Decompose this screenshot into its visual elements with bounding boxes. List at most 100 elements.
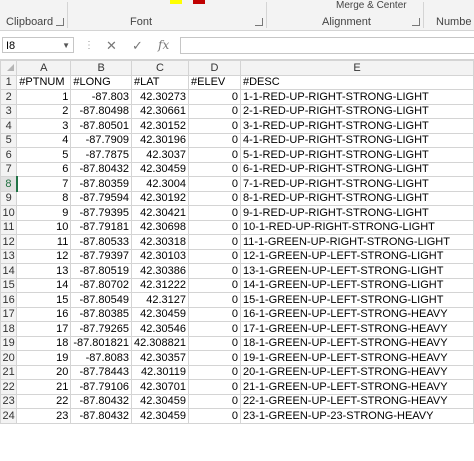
cell-a[interactable]: 7 xyxy=(16,176,72,192)
row-header[interactable]: 16 xyxy=(0,292,18,308)
cell-e[interactable]: 1-1-RED-UP-RIGHT-STRONG-LIGHT xyxy=(239,89,474,105)
cell-b[interactable]: -87.80549 xyxy=(70,292,133,308)
cell-d[interactable]: 0 xyxy=(188,321,241,337)
row-header[interactable]: 18 xyxy=(0,321,18,337)
cell-a[interactable]: 1 xyxy=(16,89,72,105)
insert-function-icon[interactable]: fx xyxy=(158,38,169,52)
font-color-swatch[interactable] xyxy=(193,0,205,4)
cell-d[interactable]: 0 xyxy=(188,277,241,293)
cell-a[interactable]: 20 xyxy=(16,364,72,380)
cell-a[interactable]: 4 xyxy=(16,132,72,148)
cell-e[interactable]: 13-1-GREEN-UP-LEFT-STRONG-LIGHT xyxy=(239,263,474,279)
cell-a[interactable]: 21 xyxy=(16,379,72,395)
row-header[interactable]: 3 xyxy=(0,103,18,119)
cell-c[interactable]: 42.30459 xyxy=(131,408,190,424)
cell-d[interactable]: 0 xyxy=(188,408,241,424)
cell-d[interactable]: 0 xyxy=(188,292,241,308)
cell-a[interactable]: 14 xyxy=(16,277,72,293)
cell-e[interactable]: 21-1-GREEN-UP-LEFT-STRONG-HEAVY xyxy=(239,379,474,395)
cell-d[interactable]: 0 xyxy=(188,248,241,264)
cell-c[interactable]: 42.30357 xyxy=(131,350,190,366)
drag-handle-icon[interactable]: ⋮ xyxy=(84,40,95,51)
row-header[interactable]: 11 xyxy=(0,219,18,235)
cell-d[interactable]: 0 xyxy=(188,263,241,279)
cell-c[interactable]: 42.30421 xyxy=(131,205,190,221)
merge-center-button[interactable]: Merge & Center xyxy=(336,0,407,11)
row-header[interactable]: 9 xyxy=(0,190,18,206)
alignment-dialog-launcher-icon[interactable] xyxy=(412,18,420,26)
cell-e[interactable]: 7-1-RED-UP-RIGHT-STRONG-LIGHT xyxy=(239,176,474,192)
cell-a[interactable]: 17 xyxy=(16,321,72,337)
cell-c[interactable]: 42.30701 xyxy=(131,379,190,395)
enter-icon[interactable]: ✓ xyxy=(132,38,143,54)
cell-a[interactable]: 15 xyxy=(16,292,72,308)
cell-d[interactable]: #ELEV xyxy=(188,74,241,90)
cell-e[interactable]: 14-1-GREEN-UP-LEFT-STRONG-LIGHT xyxy=(239,277,474,293)
cell-a[interactable]: 2 xyxy=(16,103,72,119)
cell-c[interactable]: 42.30152 xyxy=(131,118,190,134)
cell-e[interactable]: 19-1-GREEN-UP-LEFT-STRONG-HEAVY xyxy=(239,350,474,366)
cell-b[interactable]: -87.7909 xyxy=(70,132,133,148)
cell-e[interactable]: 18-1-GREEN-UP-LEFT-STRONG-HEAVY xyxy=(239,335,474,351)
cell-e[interactable]: 6-1-RED-UP-RIGHT-STRONG-LIGHT xyxy=(239,161,474,177)
cell-d[interactable]: 0 xyxy=(188,306,241,322)
cell-a[interactable]: 11 xyxy=(16,234,72,250)
cell-e[interactable]: 11-1-GREEN-UP-RIGHT-STRONG-LIGHT xyxy=(239,234,474,250)
clipboard-dialog-launcher-icon[interactable] xyxy=(56,18,64,26)
row-header[interactable]: 17 xyxy=(0,306,18,322)
cell-d[interactable]: 0 xyxy=(188,234,241,250)
cell-c[interactable]: 42.30546 xyxy=(131,321,190,337)
cell-b[interactable]: -87.79395 xyxy=(70,205,133,221)
cell-e[interactable]: 12-1-GREEN-UP-LEFT-STRONG-LIGHT xyxy=(239,248,474,264)
cell-d[interactable]: 0 xyxy=(188,379,241,395)
cell-c[interactable]: 42.30192 xyxy=(131,190,190,206)
cell-c[interactable]: 42.30459 xyxy=(131,161,190,177)
cell-c[interactable]: 42.30273 xyxy=(131,89,190,105)
cell-e[interactable]: 23-1-GREEN-UP-23-STRONG-HEAVY xyxy=(239,408,474,424)
cell-b[interactable]: -87.803 xyxy=(70,89,133,105)
row-header[interactable]: 1 xyxy=(0,74,18,90)
cell-c[interactable]: 42.3004 xyxy=(131,176,190,192)
cell-a[interactable]: 10 xyxy=(16,219,72,235)
cell-d[interactable]: 0 xyxy=(188,89,241,105)
cell-c[interactable]: 42.30103 xyxy=(131,248,190,264)
column-header-b[interactable]: B xyxy=(70,60,133,76)
row-header[interactable]: 19 xyxy=(0,335,18,351)
cell-a[interactable]: 12 xyxy=(16,248,72,264)
cell-c[interactable]: 42.3127 xyxy=(131,292,190,308)
cell-e[interactable]: #DESC xyxy=(239,74,474,90)
cell-b[interactable]: -87.78443 xyxy=(70,364,133,380)
cell-b[interactable]: -87.79106 xyxy=(70,379,133,395)
cell-a[interactable]: 9 xyxy=(16,205,72,221)
cell-c[interactable]: 42.30661 xyxy=(131,103,190,119)
column-header-d[interactable]: D xyxy=(188,60,241,76)
cell-a[interactable]: 5 xyxy=(16,147,72,163)
row-header[interactable]: 2 xyxy=(0,89,18,105)
cell-c[interactable]: 42.30459 xyxy=(131,306,190,322)
cell-c[interactable]: 42.308821 xyxy=(131,335,190,351)
cell-d[interactable]: 0 xyxy=(188,103,241,119)
cell-b[interactable]: -87.80498 xyxy=(70,103,133,119)
cell-b[interactable]: -87.80432 xyxy=(70,161,133,177)
cell-c[interactable]: 42.31222 xyxy=(131,277,190,293)
highlight-color-swatch[interactable] xyxy=(170,0,182,4)
row-header[interactable]: 6 xyxy=(0,147,18,163)
cell-c[interactable]: 42.30318 xyxy=(131,234,190,250)
formula-input[interactable] xyxy=(180,37,474,54)
cell-d[interactable]: 0 xyxy=(188,219,241,235)
row-header[interactable]: 8 xyxy=(0,176,18,192)
font-dialog-launcher-icon[interactable] xyxy=(255,18,263,26)
cell-d[interactable]: 0 xyxy=(188,350,241,366)
row-header[interactable]: 20 xyxy=(0,350,18,366)
cell-a[interactable]: 19 xyxy=(16,350,72,366)
cell-c[interactable]: 42.30459 xyxy=(131,393,190,409)
cell-e[interactable]: 17-1-GREEN-UP-LEFT-STRONG-HEAVY xyxy=(239,321,474,337)
cell-d[interactable]: 0 xyxy=(188,132,241,148)
cell-b[interactable]: #LONG xyxy=(70,74,133,90)
row-header[interactable]: 23 xyxy=(0,393,18,409)
row-header[interactable]: 14 xyxy=(0,263,18,279)
cell-b[interactable]: -87.79397 xyxy=(70,248,133,264)
cell-a[interactable]: 18 xyxy=(16,335,72,351)
cell-a[interactable]: 8 xyxy=(16,190,72,206)
cell-c[interactable]: 42.30386 xyxy=(131,263,190,279)
